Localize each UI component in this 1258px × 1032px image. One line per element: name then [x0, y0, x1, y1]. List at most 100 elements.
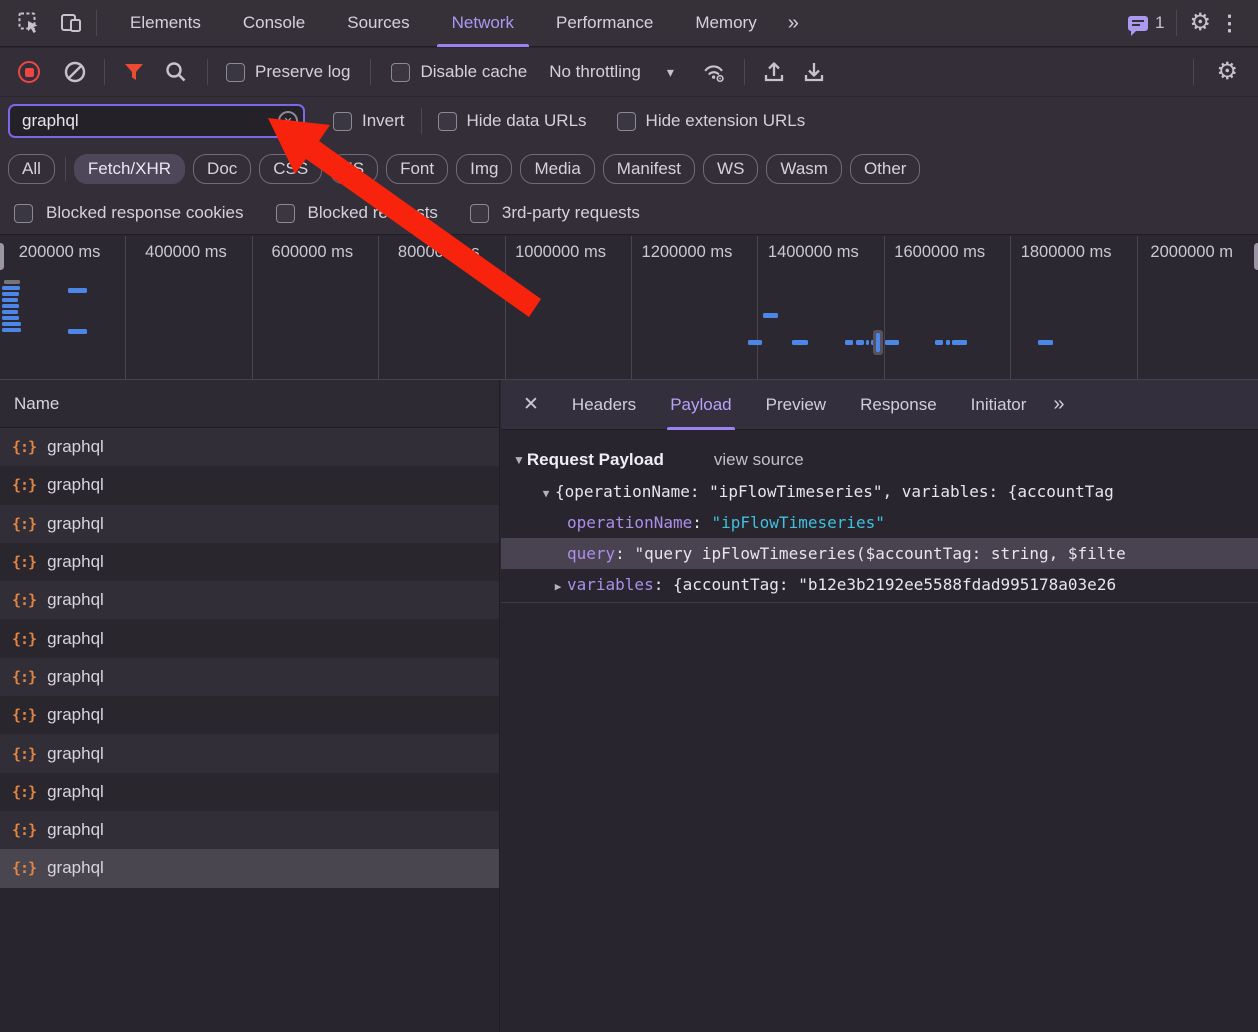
chip-font[interactable]: Font — [386, 154, 448, 184]
issues-count: 1 — [1155, 13, 1164, 33]
tab-memory[interactable]: Memory — [674, 0, 777, 47]
checkbox[interactable] — [14, 204, 33, 223]
divider — [744, 59, 745, 85]
hide-data-urls-toggle[interactable]: Hide data URLs — [438, 111, 587, 131]
details-tab-headers[interactable]: Headers — [555, 380, 653, 430]
table-row[interactable]: {:}graphql — [0, 773, 499, 811]
filter-input[interactable] — [8, 104, 305, 138]
chip-img[interactable]: Img — [456, 154, 512, 184]
network-settings-gear-icon[interactable]: ⚙ — [1216, 60, 1238, 84]
disable-cache-toggle[interactable]: Disable cache — [391, 62, 527, 82]
network-toolbar: Preserve log Disable cache No throttling… — [0, 48, 1258, 97]
overview-left-handle[interactable] — [0, 243, 4, 270]
invert-checkbox[interactable] — [333, 112, 352, 131]
request-timing-bar — [748, 340, 762, 345]
inspect-element-icon[interactable] — [16, 10, 42, 36]
request-timing-bar — [68, 288, 87, 293]
request-name: graphql — [47, 552, 104, 572]
export-har-icon[interactable] — [801, 59, 827, 85]
name-column-header[interactable]: Name — [0, 380, 499, 428]
checkbox[interactable] — [470, 204, 489, 223]
invert-toggle[interactable]: Invert — [333, 111, 405, 131]
disable-cache-checkbox[interactable] — [391, 63, 410, 82]
timeline-tick-label: 400000 ms — [126, 236, 252, 379]
hide-extension-urls-toggle[interactable]: Hide extension URLs — [617, 111, 806, 131]
preserve-log-toggle[interactable]: Preserve log — [226, 62, 350, 82]
more-tabs-icon[interactable]: » — [778, 12, 807, 35]
details-tab-response[interactable]: Response — [843, 380, 954, 430]
payload-line[interactable]: ▶variables: {accountTag: "b12e3b2192ee55… — [501, 569, 1258, 600]
record-network-log-icon[interactable] — [18, 61, 40, 83]
request-timing-bar — [68, 329, 87, 334]
table-row[interactable]: {:}graphql — [0, 811, 499, 849]
device-toolbar-icon[interactable] — [58, 10, 84, 36]
search-icon[interactable] — [163, 59, 189, 85]
chip-js[interactable]: JS — [330, 154, 378, 184]
hide-extension-urls-checkbox[interactable] — [617, 112, 636, 131]
payload-line[interactable]: query: "query ipFlowTimeseries($accountT… — [501, 538, 1258, 569]
collapse-triangle-icon[interactable]: ▼ — [513, 453, 525, 467]
chip-manifest[interactable]: Manifest — [603, 154, 695, 184]
preserve-log-checkbox[interactable] — [226, 63, 245, 82]
divider — [421, 108, 422, 134]
chip-other[interactable]: Other — [850, 154, 921, 184]
import-har-icon[interactable] — [761, 59, 787, 85]
table-row[interactable]: {:}graphql — [0, 581, 499, 619]
table-row[interactable]: {:}graphql — [0, 696, 499, 734]
tab-sources[interactable]: Sources — [326, 0, 430, 47]
request-timing-bar — [952, 340, 967, 345]
details-more-tabs-icon[interactable]: » — [1043, 393, 1072, 416]
kebab-menu-icon[interactable]: ⋮ — [1211, 11, 1248, 36]
table-row[interactable]: {:}graphql — [0, 505, 499, 543]
tab-performance[interactable]: Performance — [535, 0, 674, 47]
table-row[interactable]: {:}graphql — [0, 658, 499, 696]
3rd-party-requests-toggle[interactable]: 3rd-party requests — [470, 203, 640, 223]
json-braces-icon: {:} — [12, 668, 36, 686]
chip-wasm[interactable]: Wasm — [766, 154, 842, 184]
blocked-requests-toggle[interactable]: Blocked requests — [276, 203, 438, 223]
table-row[interactable]: {:}graphql — [0, 466, 499, 504]
chip-css[interactable]: CSS — [259, 154, 322, 184]
payload-line[interactable]: ▼{operationName: "ipFlowTimeseries", var… — [501, 476, 1258, 507]
network-conditions-icon[interactable] — [702, 59, 728, 85]
table-row[interactable]: {:}graphql — [0, 734, 499, 772]
details-tab-payload[interactable]: Payload — [653, 380, 748, 430]
clear-filter-icon[interactable]: ✕ — [278, 111, 298, 131]
tab-network[interactable]: Network — [431, 0, 535, 47]
throttling-dropdown[interactable]: No throttling ▾ — [549, 62, 674, 82]
close-details-icon[interactable]: ✕ — [501, 393, 555, 416]
tab-console[interactable]: Console — [222, 0, 326, 47]
issues-counter[interactable]: 1 — [1128, 13, 1164, 33]
name-column-label: Name — [14, 394, 59, 414]
table-row[interactable]: {:}graphql — [0, 849, 499, 887]
table-row[interactable]: {:} graphql — [0, 543, 499, 581]
chip-all[interactable]: All — [8, 154, 55, 184]
collapsed-triangle-icon[interactable]: ▶ — [549, 571, 567, 600]
chip-fetch-xhr[interactable]: Fetch/XHR — [74, 154, 185, 184]
json-braces-icon: {:} — [12, 553, 36, 571]
clear-network-log-icon[interactable] — [62, 59, 88, 85]
hide-data-urls-checkbox[interactable] — [438, 112, 457, 131]
network-overview-timeline[interactable]: 200000 ms400000 ms600000 ms800000 ms1000… — [0, 236, 1258, 380]
checkbox[interactable] — [276, 204, 295, 223]
tab-elements[interactable]: Elements — [109, 0, 222, 47]
table-row[interactable]: {:}graphql — [0, 619, 499, 657]
overview-right-handle[interactable] — [1254, 243, 1258, 270]
details-tab-preview[interactable]: Preview — [749, 380, 843, 430]
filter-funnel-icon[interactable] — [121, 59, 147, 85]
json-braces-icon: {:} — [12, 630, 36, 648]
chip-media[interactable]: Media — [520, 154, 594, 184]
table-row[interactable]: {:}graphql — [0, 428, 499, 466]
blocked-response-cookies-toggle[interactable]: Blocked response cookies — [14, 203, 244, 223]
details-tab-initiator[interactable]: Initiator — [954, 380, 1044, 430]
payload-line[interactable]: operationName: "ipFlowTimeseries" — [501, 507, 1258, 538]
request-timing-bar — [792, 340, 808, 345]
chip-doc[interactable]: Doc — [193, 154, 251, 184]
request-name: graphql — [47, 590, 104, 610]
chip-ws[interactable]: WS — [703, 154, 758, 184]
expanded-triangle-icon[interactable]: ▼ — [537, 478, 555, 507]
settings-gear-icon[interactable]: ⚙ — [1189, 11, 1211, 35]
view-source-link[interactable]: view source — [714, 450, 804, 470]
payload-tree: ▼{operationName: "ipFlowTimeseries", var… — [501, 476, 1258, 600]
invert-label: Invert — [362, 111, 405, 131]
